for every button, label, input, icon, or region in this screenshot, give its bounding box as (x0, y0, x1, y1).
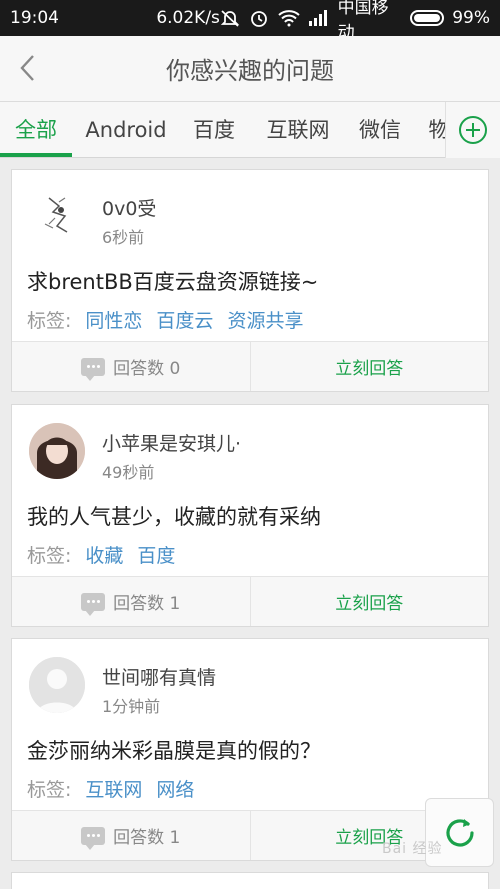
tab-wechat[interactable]: 微信 (350, 102, 410, 157)
avatar[interactable] (29, 423, 85, 479)
post-time: 49秒前 (102, 463, 155, 482)
back-button[interactable] (8, 48, 48, 88)
signal-icon (308, 7, 330, 29)
user-name[interactable]: 世间哪有真情 (102, 663, 216, 690)
tab-baidu[interactable]: 百度 (184, 102, 244, 157)
avatar[interactable] (29, 188, 85, 244)
avatar-photo-icon (29, 423, 85, 479)
tag[interactable]: 资源共享 (227, 306, 303, 333)
question-card[interactable]: 世间哪有真情 1分钟前 金莎丽纳米彩晶膜是真的假的？ 标签: 互联网 网络 回答… (11, 638, 489, 861)
tag-row: 标签: 收藏 百度 (27, 541, 175, 568)
mute-icon (220, 7, 241, 29)
card-actions: 回答数 1 立刻回答 (12, 576, 488, 626)
answers-count: 回答数 1 (113, 828, 181, 848)
card-actions: 回答数 0 立刻回答 (12, 341, 488, 391)
tab-all[interactable]: 全部 (0, 102, 72, 157)
answers-count-button[interactable]: 回答数 0 (12, 342, 251, 391)
answers-count: 回答数 0 (113, 359, 181, 379)
question-title[interactable]: 我的人气甚少，收藏的就有采纳 (27, 501, 321, 531)
answers-count-button[interactable]: 回答数 1 (12, 811, 251, 860)
title-bar: 你感兴趣的问题 (0, 36, 500, 102)
status-bar: 19:04 6.02K/s 中国移动 99% (0, 0, 500, 43)
plus-icon (459, 116, 487, 144)
post-time: 6秒前 (102, 228, 145, 247)
question-card[interactable]: 0v0受 6秒前 求brentBB百度云盘资源链接~ 标签: 同性恋 百度云 资… (11, 169, 489, 392)
avatar[interactable] (29, 657, 85, 713)
tag-label: 标签: (27, 310, 72, 332)
network-speed: 6.02K/s (156, 8, 220, 28)
wifi-icon (277, 7, 300, 29)
tag-row: 标签: 同性恋 百度云 资源共享 (27, 306, 303, 333)
comment-icon (81, 357, 106, 381)
default-avatar-icon (29, 657, 85, 713)
comment-icon (81, 592, 106, 616)
avatar-sketch-icon (44, 197, 68, 233)
tag[interactable]: 百度云 (156, 306, 213, 333)
post-time: 1分钟前 (102, 697, 161, 716)
battery-icon (409, 10, 445, 26)
question-title[interactable]: 金莎丽纳米彩晶膜是真的假的？ (27, 735, 321, 765)
status-time: 19:04 (10, 8, 59, 28)
comment-icon (81, 826, 106, 850)
battery-percent: 99% (452, 8, 491, 28)
page-title: 你感兴趣的问题 (166, 57, 334, 85)
question-title[interactable]: 求brentBB百度云盘资源链接~ (27, 266, 318, 296)
answers-count-button[interactable]: 回答数 1 (12, 577, 251, 626)
answer-now-button[interactable]: 立刻回答 (251, 342, 489, 391)
answers-count: 回答数 1 (113, 594, 181, 614)
user-name[interactable]: 小苹果是安琪儿· (102, 429, 241, 456)
user-name[interactable]: 0v0受 (102, 194, 156, 221)
tag[interactable]: 百度 (137, 541, 175, 568)
tab-internet[interactable]: 互联网 (258, 102, 338, 157)
add-category-button[interactable] (445, 102, 500, 158)
alarm-icon (249, 7, 270, 29)
tag[interactable]: 收藏 (85, 541, 123, 568)
category-tabs: 全部 Android 百度 互联网 微信 物 (0, 102, 500, 158)
active-tab-indicator (0, 153, 72, 157)
refresh-icon (445, 818, 474, 846)
back-arrow-icon (20, 55, 34, 81)
tag[interactable]: 互联网 (85, 775, 142, 802)
tag-label: 标签: (27, 545, 72, 567)
question-card[interactable]: 小苹果是安琪儿· 49秒前 我的人气甚少，收藏的就有采纳 标签: 收藏 百度 回… (11, 404, 489, 627)
tag[interactable]: 网络 (156, 775, 194, 802)
watermark: Bai 经验 (382, 841, 443, 857)
tab-android[interactable]: Android (80, 102, 172, 157)
tag-row: 标签: 互联网 网络 (27, 775, 194, 802)
tag-label: 标签: (27, 779, 72, 801)
answer-now-button[interactable]: 立刻回答 (251, 577, 489, 626)
question-card-partial (11, 872, 489, 889)
tag[interactable]: 同性恋 (85, 306, 142, 333)
